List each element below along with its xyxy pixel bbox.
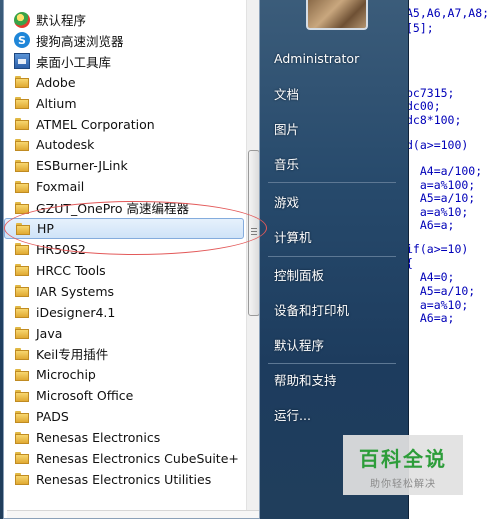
folder-icon bbox=[14, 471, 30, 487]
program-label: Keil专用插件 bbox=[36, 347, 109, 363]
folder-icon bbox=[14, 388, 30, 404]
folder-icon bbox=[14, 116, 30, 132]
program-folder-item[interactable]: ESBurner-JLink bbox=[4, 155, 244, 176]
folder-icon bbox=[14, 179, 30, 195]
folder-icon bbox=[14, 430, 30, 446]
program-folder-item[interactable]: iDesigner4.1 bbox=[4, 302, 244, 323]
folder-icon bbox=[14, 346, 30, 362]
code-line: A6=a; bbox=[406, 218, 455, 232]
program-folder-item[interactable]: Java bbox=[4, 323, 244, 344]
program-folder-item[interactable]: ATMEL Corporation bbox=[4, 114, 244, 135]
program-label: HRCC Tools bbox=[36, 262, 106, 278]
games-link[interactable]: 游戏 bbox=[266, 188, 396, 218]
desktop-gadgets-icon bbox=[14, 53, 30, 70]
pictures-link[interactable]: 图片 bbox=[266, 115, 396, 145]
program-folder-item[interactable]: Renesas Electronics bbox=[4, 427, 244, 448]
help-support-link[interactable]: 帮助和支持 bbox=[266, 366, 396, 396]
run-link[interactable]: 运行... bbox=[266, 401, 396, 431]
program-folder-item[interactable]: Renesas Electronics CubeSuite+ bbox=[4, 448, 244, 469]
search-box-strip[interactable] bbox=[7, 510, 259, 518]
annotation-ellipse bbox=[4, 201, 267, 255]
menu-divider bbox=[268, 256, 396, 257]
program-label: Renesas Electronics CubeSuite+ bbox=[36, 450, 239, 466]
program-folder-item[interactable]: Renesas Electronics Utilities bbox=[4, 469, 244, 490]
default-programs-link[interactable]: 默认程序 bbox=[266, 331, 396, 361]
code-line: dc8*100; bbox=[406, 113, 462, 127]
folder-icon bbox=[14, 137, 30, 153]
code-line: a=a%100; bbox=[406, 178, 476, 192]
menu-divider bbox=[268, 363, 396, 364]
program-label: Adobe bbox=[36, 74, 76, 90]
program-folder-item[interactable]: Adobe bbox=[4, 72, 244, 93]
folder-icon bbox=[14, 241, 30, 257]
program-label: ESBurner-JLink bbox=[36, 158, 128, 174]
folder-icon bbox=[14, 158, 30, 174]
code-line: a=a%10; bbox=[406, 298, 469, 312]
program-label: Foxmail bbox=[36, 179, 85, 195]
default-programs-icon bbox=[14, 11, 30, 28]
program-label: Altium bbox=[36, 95, 77, 111]
computer-link[interactable]: 计算机 bbox=[266, 223, 396, 253]
code-line: A4=a/100; bbox=[406, 164, 483, 178]
program-folder-item[interactable]: Microsoft Office bbox=[4, 385, 244, 406]
program-item[interactable]: 桌面小工具库 bbox=[4, 51, 244, 72]
folder-icon bbox=[14, 325, 30, 341]
program-label: Autodesk bbox=[36, 137, 95, 153]
code-line: A5,A6,A7,A8; bbox=[406, 6, 490, 20]
code-line: [5]; bbox=[406, 21, 434, 35]
code-line: A4=0; bbox=[406, 270, 455, 284]
folder-icon bbox=[14, 74, 30, 90]
documents-link[interactable]: 文档 bbox=[266, 80, 396, 110]
program-folder-item[interactable]: Autodesk bbox=[4, 134, 244, 155]
folder-icon bbox=[14, 367, 30, 383]
program-label: 桌面小工具库 bbox=[36, 54, 112, 70]
baike-watermark-logo: 百科全说 助你轻松解决 bbox=[343, 435, 463, 495]
user-account-picture[interactable] bbox=[306, 0, 368, 30]
program-label: IAR Systems bbox=[36, 283, 115, 299]
program-label: Renesas Electronics bbox=[36, 430, 161, 445]
code-line: A5=a/10; bbox=[406, 191, 476, 205]
folder-icon bbox=[14, 304, 30, 320]
program-label: Microsoft Office bbox=[36, 388, 134, 404]
folder-icon bbox=[14, 409, 30, 425]
control-panel-link[interactable]: 控制面板 bbox=[266, 261, 396, 291]
code-line: a=a%10; bbox=[406, 205, 469, 219]
user-name-link[interactable]: Administrator bbox=[266, 44, 396, 74]
program-label: iDesigner4.1 bbox=[36, 304, 116, 320]
program-label: Java bbox=[36, 325, 63, 341]
devices-printers-link[interactable]: 设备和打印机 bbox=[266, 296, 396, 326]
music-link[interactable]: 音乐 bbox=[266, 150, 396, 180]
code-line: d(a>=100) bbox=[406, 138, 469, 152]
program-label: Microchip bbox=[36, 367, 96, 383]
folder-icon bbox=[14, 450, 30, 466]
watermark-subtitle: 助你轻松解决 bbox=[370, 479, 436, 490]
program-list-scrollbar[interactable] bbox=[246, 0, 259, 518]
program-label: 默认程序 bbox=[36, 13, 87, 28]
program-folder-item[interactable]: Foxmail bbox=[4, 176, 244, 197]
code-line: if(a>=10) bbox=[406, 242, 469, 256]
program-list-panel: 默认程序 S 搜狗高速浏览器 桌面小工具库 Adobe Altium ATMEL Corpo… bbox=[3, 0, 260, 519]
program-item[interactable]: 默认程序 bbox=[4, 9, 244, 30]
code-line: A6=a; bbox=[406, 311, 455, 325]
folder-icon bbox=[14, 95, 30, 111]
program-folder-item[interactable]: Altium bbox=[4, 93, 244, 114]
code-line: dc00; bbox=[406, 99, 441, 113]
menu-divider bbox=[268, 182, 396, 183]
watermark-title: 百科全说 bbox=[359, 447, 447, 471]
program-label: ATMEL Corporation bbox=[36, 116, 155, 132]
folder-icon bbox=[14, 262, 30, 278]
sogou-browser-icon: S bbox=[14, 32, 30, 49]
code-line: A5=a/10; bbox=[406, 284, 476, 298]
program-folder-item[interactable]: IAR Systems bbox=[4, 281, 244, 302]
program-folder-item[interactable]: PADS bbox=[4, 406, 244, 427]
program-folder-item[interactable]: Keil专用插件 bbox=[4, 343, 244, 364]
program-label: 搜狗高速浏览器 bbox=[36, 33, 124, 49]
program-label: Renesas Electronics Utilities bbox=[36, 471, 212, 487]
folder-icon bbox=[14, 283, 30, 299]
program-item[interactable]: S 搜狗高速浏览器 bbox=[4, 30, 244, 51]
program-folder-item[interactable]: Microchip bbox=[4, 364, 244, 385]
code-line: bc7315; bbox=[406, 86, 455, 100]
program-label: PADS bbox=[36, 409, 69, 425]
program-folder-item[interactable]: HRCC Tools bbox=[4, 260, 244, 281]
